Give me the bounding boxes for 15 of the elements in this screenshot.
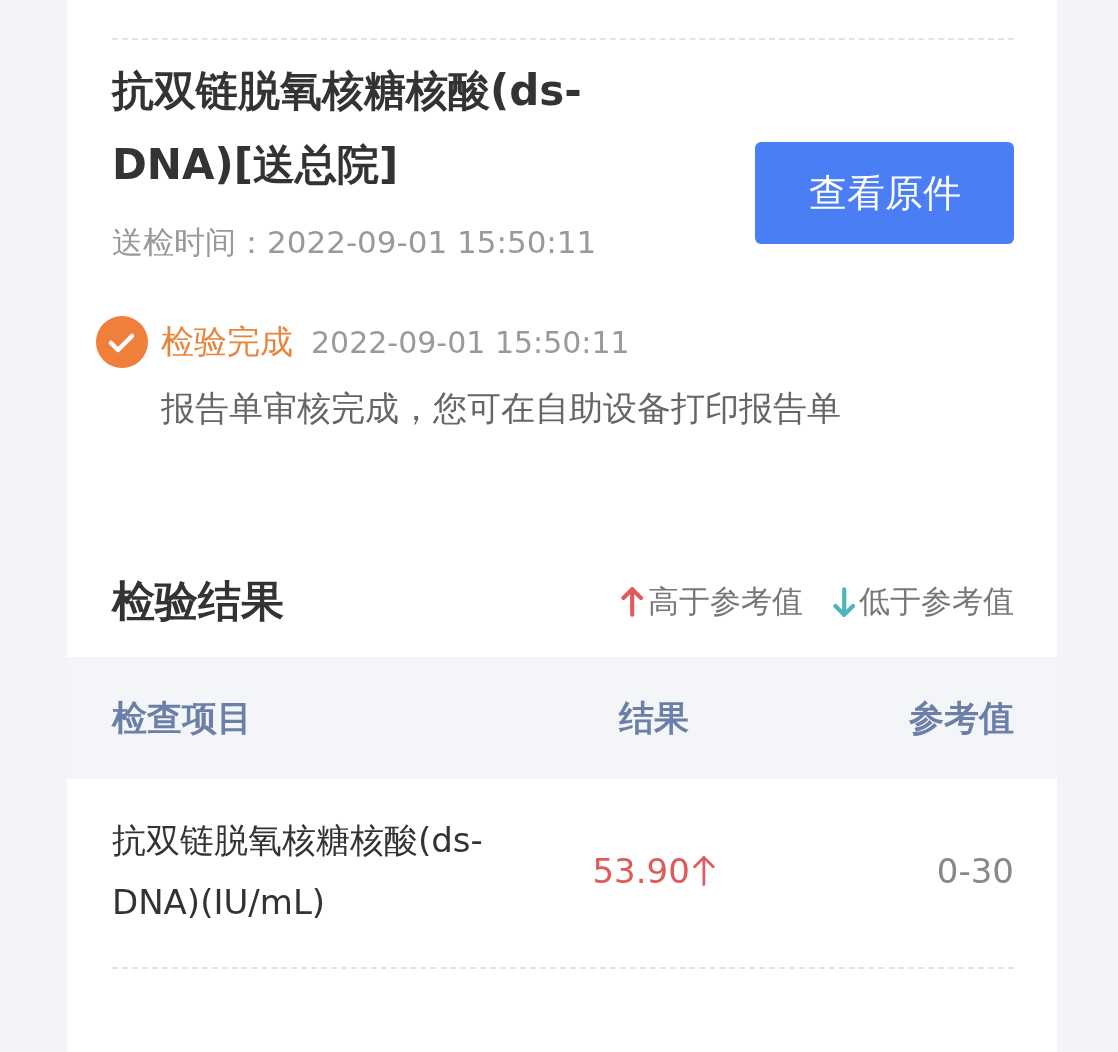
column-header: 结果 <box>617 696 690 740</box>
table-cell: 53.90 <box>592 851 690 891</box>
status-message: 报告单审核完成，您可在自助设备打印报告单 <box>161 387 842 430</box>
section-title: 检验结果 <box>112 575 284 628</box>
status-time: 2022-09-01 15:50:11 <box>311 324 630 360</box>
column-header: 检查项目 <box>112 696 253 740</box>
column-header: 参考值 <box>908 696 1014 740</box>
status-label: 检验完成 <box>161 320 293 363</box>
legend-label: 高于参考值 <box>647 582 803 621</box>
legend-label: 低于参考值 <box>859 582 1014 621</box>
report-title: 抗双链脱氧核糖核酸(ds-DNA)[送总院] <box>112 65 583 191</box>
sent-time: 送检时间：2022-09-01 15:50:11 <box>112 223 598 262</box>
view-original-button[interactable]: 查看原件 <box>755 142 1014 244</box>
table-cell-text: 抗双链脱氧核糖核酸(ds-DNA)(IU/mL) <box>112 819 484 924</box>
table-cell-text: 0-30 <box>935 851 1014 891</box>
